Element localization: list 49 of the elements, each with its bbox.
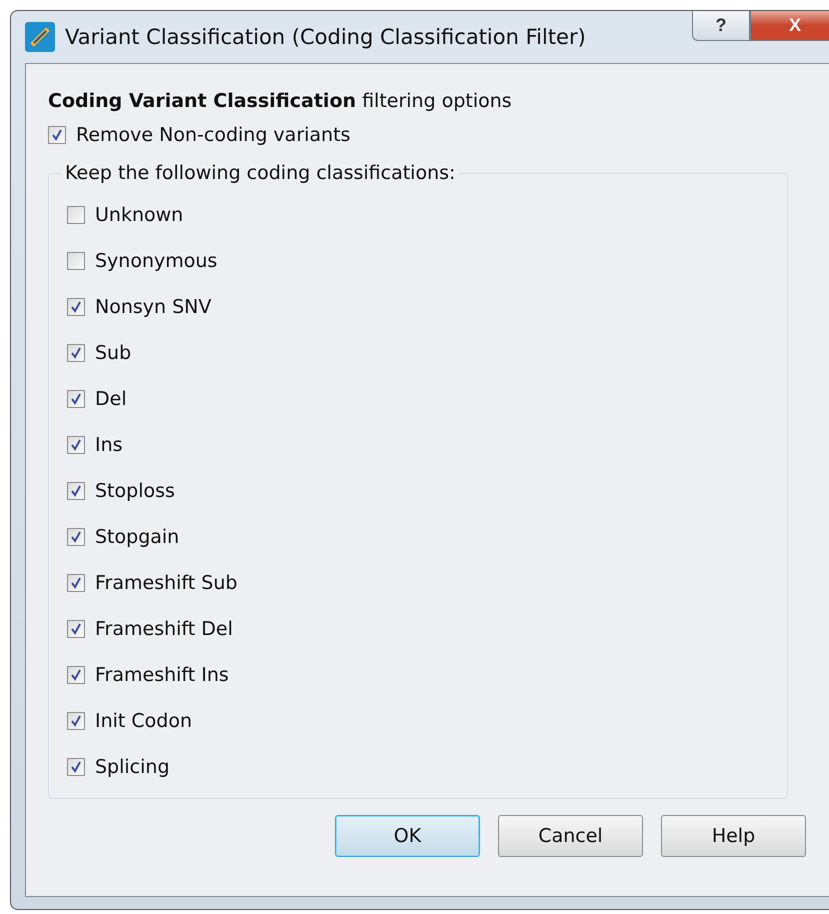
checkbox[interactable] (67, 666, 85, 684)
checkbox[interactable] (67, 390, 85, 408)
checkbox-label: Ins (95, 434, 123, 456)
group-title: Keep the following coding classifications: (64, 162, 456, 184)
checkbox[interactable] (67, 574, 85, 592)
checkmark-icon (51, 129, 63, 141)
checkmark-icon (70, 439, 82, 451)
checkbox-label: Synonymous (95, 250, 218, 272)
checkmark-icon (70, 669, 82, 681)
dialog-button[interactable]: Help (661, 815, 806, 857)
checkmark-icon (70, 531, 82, 543)
dialog-button[interactable]: OK (335, 815, 480, 857)
dialog-button[interactable]: Cancel (498, 815, 643, 857)
checkbox[interactable] (67, 758, 85, 776)
checkbox[interactable] (67, 436, 85, 454)
checkmark-icon (70, 485, 82, 497)
checkbox-label: Nonsyn SNV (95, 296, 212, 318)
checkbox[interactable] (67, 298, 85, 316)
options-heading: Coding Variant Classification filtering options (48, 90, 513, 112)
checkbox[interactable] (67, 482, 85, 500)
checkbox-label: Unknown (95, 204, 184, 226)
checkbox-label: Stoploss (95, 480, 175, 502)
checkbox-label: Frameshift Sub (95, 572, 238, 594)
checkbox-label: Frameshift Ins (95, 664, 229, 686)
checkmark-icon (70, 761, 82, 773)
checkmark-icon (70, 347, 82, 359)
checkbox-label: Stopgain (95, 526, 180, 548)
help-button[interactable]: ? (692, 11, 750, 41)
app-icon (25, 22, 55, 52)
checkbox[interactable] (67, 252, 85, 270)
checkbox[interactable] (67, 344, 85, 362)
checkbox[interactable] (67, 712, 85, 730)
window-title: Variant Classification (Coding Classification Filter) (65, 25, 587, 49)
checkbox[interactable] (67, 620, 85, 638)
checkbox[interactable] (48, 126, 66, 144)
checkmark-icon (70, 577, 82, 589)
checkbox-label: Remove Non-coding variants (76, 124, 350, 146)
checkmark-icon (70, 301, 82, 313)
checkbox[interactable] (67, 206, 85, 224)
checkmark-icon (70, 715, 82, 727)
checkbox-label: Del (95, 388, 127, 410)
checkbox-label: Frameshift Del (95, 618, 233, 640)
checkbox[interactable] (67, 528, 85, 546)
checkbox-label: Splicing (95, 756, 170, 778)
checkbox-label: Sub (95, 342, 132, 364)
checkmark-icon (70, 623, 82, 635)
checkbox-label: Init Codon (95, 710, 192, 732)
checkmark-icon (70, 393, 82, 405)
close-button[interactable]: X (750, 11, 829, 41)
